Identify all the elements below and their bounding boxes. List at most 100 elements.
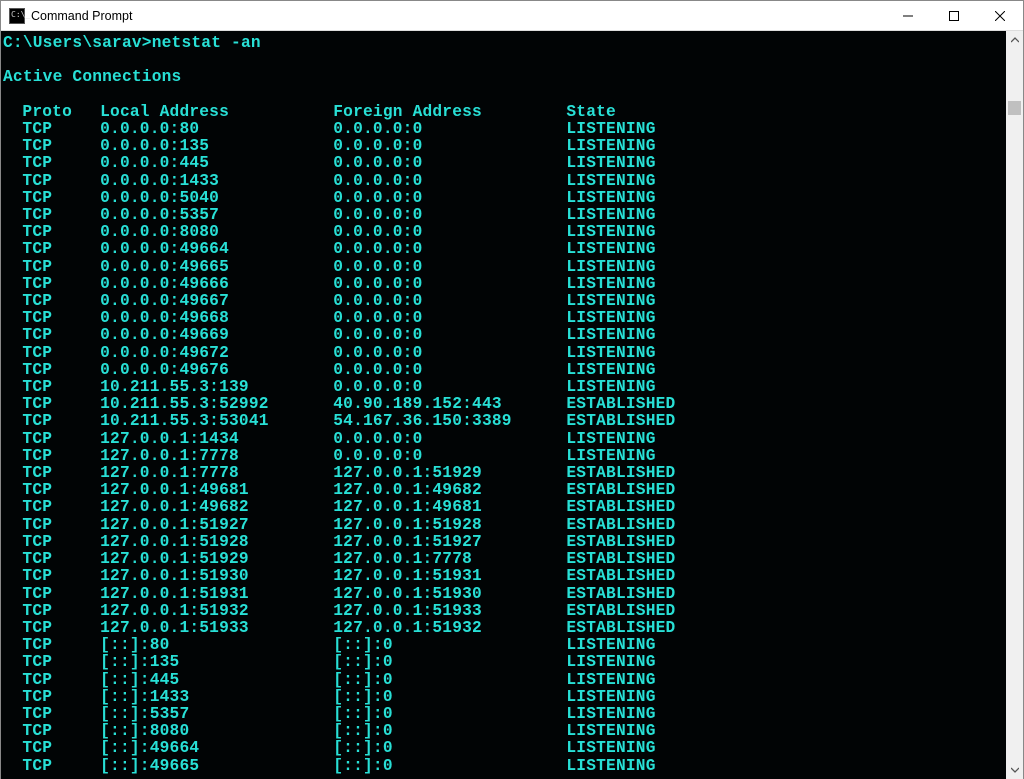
cell-local: [::]:8080 bbox=[100, 723, 333, 740]
cell-proto: TCP bbox=[22, 706, 100, 723]
vertical-scrollbar[interactable] bbox=[1006, 31, 1023, 779]
client-area: C:\Users\sarav>netstat -an Active Connec… bbox=[1, 31, 1023, 779]
cell-foreign: [::]:0 bbox=[333, 723, 566, 740]
table-row: TCP0.0.0.0:800.0.0.0:0LISTENING bbox=[3, 121, 1006, 138]
cell-state: ESTABLISHED bbox=[566, 534, 780, 551]
window-title: Command Prompt bbox=[31, 9, 132, 23]
cell-state: LISTENING bbox=[566, 138, 780, 155]
table-row: TCP0.0.0.0:1350.0.0.0:0LISTENING bbox=[3, 138, 1006, 155]
cell-state: LISTENING bbox=[566, 173, 780, 190]
table-row: TCP0.0.0.0:496640.0.0.0:0LISTENING bbox=[3, 241, 1006, 258]
cell-proto: TCP bbox=[22, 672, 100, 689]
table-row: TCP[::]:80[::]:0LISTENING bbox=[3, 637, 1006, 654]
cell-foreign: 0.0.0.0:0 bbox=[333, 138, 566, 155]
cell-local: [::]:445 bbox=[100, 672, 333, 689]
table-row: TCP127.0.0.1:14340.0.0.0:0LISTENING bbox=[3, 431, 1006, 448]
table-row: TCP[::]:49664[::]:0LISTENING bbox=[3, 740, 1006, 757]
cell-proto: TCP bbox=[22, 758, 100, 775]
cell-local: 127.0.0.1:51930 bbox=[100, 568, 333, 585]
table-row: TCP127.0.0.1:7778127.0.0.1:51929ESTABLIS… bbox=[3, 465, 1006, 482]
cell-foreign: 40.90.189.152:443 bbox=[333, 396, 566, 413]
scroll-up-button[interactable] bbox=[1006, 31, 1023, 48]
cell-proto: TCP bbox=[22, 603, 100, 620]
cell-foreign: 0.0.0.0:0 bbox=[333, 259, 566, 276]
table-row: TCP127.0.0.1:51928127.0.0.1:51927ESTABLI… bbox=[3, 534, 1006, 551]
col-header-local: Local Address bbox=[100, 104, 333, 121]
table-row: TCP0.0.0.0:496670.0.0.0:0LISTENING bbox=[3, 293, 1006, 310]
cell-foreign: 0.0.0.0:0 bbox=[333, 448, 566, 465]
cell-state: ESTABLISHED bbox=[566, 396, 780, 413]
cell-foreign: 127.0.0.1:51931 bbox=[333, 568, 566, 585]
scroll-down-button[interactable] bbox=[1006, 762, 1023, 779]
cell-proto: TCP bbox=[22, 293, 100, 310]
cell-local: 0.0.0.0:8080 bbox=[100, 224, 333, 241]
table-row: TCP0.0.0.0:496650.0.0.0:0LISTENING bbox=[3, 259, 1006, 276]
cell-foreign: [::]:0 bbox=[333, 706, 566, 723]
cell-state: ESTABLISHED bbox=[566, 499, 780, 516]
command-prompt-window: Command Prompt C:\Users\sarav>netstat -a… bbox=[0, 0, 1024, 779]
blank-line bbox=[3, 52, 1006, 69]
table-row: TCP0.0.0.0:496690.0.0.0:0LISTENING bbox=[3, 327, 1006, 344]
cell-state: LISTENING bbox=[566, 121, 780, 138]
cell-proto: TCP bbox=[22, 448, 100, 465]
col-header-foreign: Foreign Address bbox=[333, 104, 566, 121]
cell-state: ESTABLISHED bbox=[566, 620, 780, 637]
cell-foreign: 0.0.0.0:0 bbox=[333, 310, 566, 327]
table-row: TCP127.0.0.1:51931127.0.0.1:51930ESTABLI… bbox=[3, 586, 1006, 603]
table-row: TCP0.0.0.0:496680.0.0.0:0LISTENING bbox=[3, 310, 1006, 327]
maximize-button[interactable] bbox=[931, 1, 977, 31]
cell-foreign: [::]:0 bbox=[333, 740, 566, 757]
cell-foreign: 127.0.0.1:51930 bbox=[333, 586, 566, 603]
section-title: Active Connections bbox=[3, 69, 1006, 86]
cell-foreign: 127.0.0.1:51932 bbox=[333, 620, 566, 637]
cell-local: 127.0.0.1:49681 bbox=[100, 482, 333, 499]
maximize-icon bbox=[949, 11, 959, 21]
cell-local: 0.0.0.0:49669 bbox=[100, 327, 333, 344]
cell-state: LISTENING bbox=[566, 723, 780, 740]
cell-foreign: 127.0.0.1:7778 bbox=[333, 551, 566, 568]
shell-command: netstat -an bbox=[152, 34, 261, 52]
cell-proto: TCP bbox=[22, 499, 100, 516]
cell-state: LISTENING bbox=[566, 379, 780, 396]
cell-state: LISTENING bbox=[566, 362, 780, 379]
cell-foreign: 0.0.0.0:0 bbox=[333, 224, 566, 241]
cell-state: LISTENING bbox=[566, 654, 780, 671]
cell-state: LISTENING bbox=[566, 207, 780, 224]
cell-local: 127.0.0.1:51931 bbox=[100, 586, 333, 603]
cell-foreign: [::]:0 bbox=[333, 654, 566, 671]
cell-local: [::]:49665 bbox=[100, 758, 333, 775]
cell-proto: TCP bbox=[22, 138, 100, 155]
cell-state: ESTABLISHED bbox=[566, 517, 780, 534]
cell-local: 0.0.0.0:80 bbox=[100, 121, 333, 138]
table-row: TCP127.0.0.1:77780.0.0.0:0LISTENING bbox=[3, 448, 1006, 465]
table-row: TCP127.0.0.1:51932127.0.0.1:51933ESTABLI… bbox=[3, 603, 1006, 620]
scroll-thumb[interactable] bbox=[1008, 101, 1021, 115]
cell-local: 127.0.0.1:7778 bbox=[100, 465, 333, 482]
minimize-button[interactable] bbox=[885, 1, 931, 31]
cell-local: 0.0.0.0:49665 bbox=[100, 259, 333, 276]
close-button[interactable] bbox=[977, 1, 1023, 31]
cell-proto: TCP bbox=[22, 637, 100, 654]
cell-local: 127.0.0.1:51933 bbox=[100, 620, 333, 637]
table-row: TCP127.0.0.1:51933127.0.0.1:51932ESTABLI… bbox=[3, 620, 1006, 637]
titlebar[interactable]: Command Prompt bbox=[1, 1, 1023, 31]
table-row: TCP127.0.0.1:51929127.0.0.1:7778ESTABLIS… bbox=[3, 551, 1006, 568]
table-row: TCP[::]:135[::]:0LISTENING bbox=[3, 654, 1006, 671]
col-header-proto: Proto bbox=[22, 104, 100, 121]
table-row: TCP10.211.55.3:1390.0.0.0:0LISTENING bbox=[3, 379, 1006, 396]
cell-state: ESTABLISHED bbox=[566, 413, 780, 430]
cell-state: LISTENING bbox=[566, 327, 780, 344]
cell-state: LISTENING bbox=[566, 190, 780, 207]
cell-foreign: 127.0.0.1:49681 bbox=[333, 499, 566, 516]
terminal-output[interactable]: C:\Users\sarav>netstat -an Active Connec… bbox=[1, 31, 1006, 779]
cell-proto: TCP bbox=[22, 620, 100, 637]
cell-local: 10.211.55.3:139 bbox=[100, 379, 333, 396]
cell-local: 0.0.0.0:49668 bbox=[100, 310, 333, 327]
cell-proto: TCP bbox=[22, 534, 100, 551]
cell-proto: TCP bbox=[22, 723, 100, 740]
cell-local: 0.0.0.0:1433 bbox=[100, 173, 333, 190]
cell-local: [::]:135 bbox=[100, 654, 333, 671]
cell-state: LISTENING bbox=[566, 689, 780, 706]
cell-proto: TCP bbox=[22, 740, 100, 757]
cell-foreign: 127.0.0.1:51933 bbox=[333, 603, 566, 620]
